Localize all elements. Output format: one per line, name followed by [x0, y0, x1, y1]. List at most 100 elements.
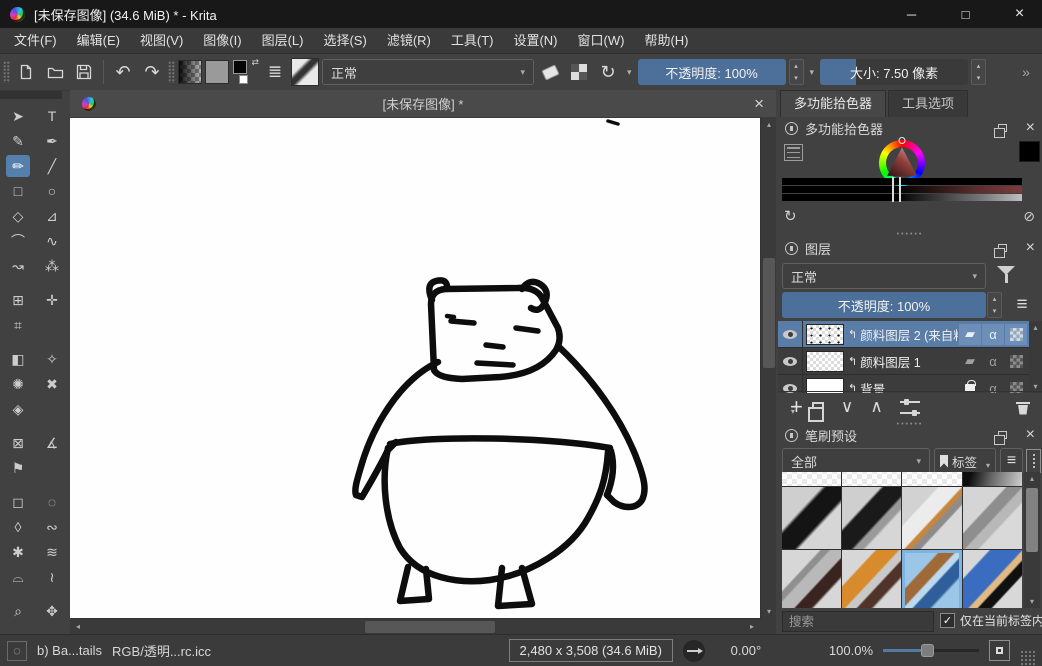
brush-preset-9[interactable]: [782, 550, 841, 608]
choose-brush-preset-icon[interactable]: ≣: [262, 59, 288, 85]
foreground-background-colors[interactable]: ⇄: [232, 59, 259, 85]
scroll-up-icon[interactable]: ▴: [1024, 472, 1040, 485]
refresh-icon[interactable]: ↻: [784, 207, 797, 225]
color-bar-1[interactable]: [782, 178, 1022, 185]
layer-opacity-spinner[interactable]: ▴ ▾: [987, 292, 1002, 318]
brush-preset-10[interactable]: [842, 550, 901, 608]
canvas-horizontal-scrollbar[interactable]: ◂ ▸: [70, 618, 760, 634]
menu-item-1[interactable]: 编辑(E): [67, 28, 130, 54]
toolbar-overflow-button[interactable]: »: [1013, 59, 1039, 85]
layer-visibility-cell[interactable]: [778, 348, 803, 374]
document-titlebar[interactable]: [未保存图像] * ×: [70, 90, 776, 118]
menu-item-5[interactable]: 选择(S): [313, 28, 376, 54]
reload-preset-button[interactable]: ↻: [595, 59, 621, 85]
tool-dynamic-brush[interactable]: ↝: [6, 255, 30, 277]
close-panel-icon[interactable]: ×: [1026, 427, 1035, 443]
tool-magnetic-select[interactable]: ≀: [40, 566, 64, 588]
window-resize-grip[interactable]: [1020, 650, 1035, 665]
menu-item-0[interactable]: 文件(F): [4, 28, 67, 54]
layer-name[interactable]: 颜料图层 1: [860, 352, 958, 371]
chevron-down-icon[interactable]: ▾: [624, 67, 635, 78]
scroll-down-icon[interactable]: ▾: [761, 605, 777, 618]
spinner-down-icon[interactable]: ▾: [988, 305, 1001, 317]
layer-name[interactable]: 颜料图层 2 (来自粘贴): [860, 325, 958, 344]
search-input[interactable]: [782, 611, 934, 632]
preserve-alpha-button[interactable]: [566, 59, 592, 85]
tool-zoom[interactable]: ⌕: [6, 600, 30, 622]
spinner-up-icon[interactable]: ▴: [790, 60, 803, 72]
tool-color-sampler[interactable]: ✧: [40, 348, 64, 370]
brush-scroll-thumb[interactable]: [1026, 488, 1038, 552]
close-panel-icon[interactable]: ×: [1026, 120, 1035, 136]
scroll-right-icon[interactable]: ▸: [744, 620, 760, 633]
brush-size-slider[interactable]: 大小: 7.50 像素: [820, 59, 968, 85]
tool-bezier-curve[interactable]: ⌒: [6, 230, 30, 252]
canvas-angle-value[interactable]: 0.00°: [715, 643, 777, 658]
tool-freehand-brush[interactable]: ✏: [6, 155, 30, 177]
duplicate-layer-icon[interactable]: [812, 402, 824, 413]
alpha-lock-icon[interactable]: α: [982, 351, 1004, 372]
rotation-dial-icon[interactable]: [683, 640, 705, 662]
layer-blending-mode-dropdown[interactable]: 正常 ▾: [782, 263, 986, 289]
menu-item-10[interactable]: 帮助(H): [634, 28, 698, 54]
layer-visibility-cell[interactable]: [778, 321, 803, 347]
minimize-button[interactable]: ─: [889, 0, 934, 28]
float-panel-icon[interactable]: [998, 431, 1007, 439]
move-layer-up-icon[interactable]: ∧: [870, 397, 882, 417]
undo-button[interactable]: ↶: [110, 59, 136, 85]
tool-freehand-select[interactable]: ∾: [40, 516, 64, 538]
tool-transform[interactable]: ⊞: [6, 289, 30, 311]
zoom-fit-button[interactable]: [989, 640, 1010, 661]
tool-rectangle[interactable]: □: [6, 180, 30, 202]
brush-preset-3[interactable]: [902, 472, 961, 486]
layer-paint-badge-icon[interactable]: ▰: [959, 351, 981, 372]
menu-item-3[interactable]: 图像(I): [193, 28, 251, 54]
tool-reference-images[interactable]: ⚑: [6, 457, 30, 479]
zoom-slider-handle[interactable]: [921, 644, 934, 657]
brush-preset-7[interactable]: [902, 487, 961, 549]
layer-list-scrollbar[interactable]: ▴ ▾: [1029, 321, 1042, 393]
hue-marker-icon[interactable]: [899, 137, 906, 144]
tool-enclose-fill[interactable]: ⊠: [6, 432, 30, 454]
layers-menu-icon[interactable]: ≡: [1010, 292, 1034, 318]
tool-contiguous-select[interactable]: ✱: [6, 541, 30, 563]
tool-select-shapes[interactable]: ➤: [6, 105, 30, 127]
tool-polyline[interactable]: ⊿: [40, 205, 64, 227]
size-spinner[interactable]: ▴ ▾: [971, 59, 986, 85]
color-selector-settings-icon[interactable]: [784, 144, 803, 161]
delete-layer-icon[interactable]: [1016, 400, 1030, 415]
tab-tool-options[interactable]: 工具选项: [888, 90, 968, 117]
canvas-vertical-scrollbar[interactable]: ▴ ▾: [760, 118, 776, 618]
color-profile-name[interactable]: RGB/透明...rc.icc: [112, 641, 211, 660]
tool-ellipse-select[interactable]: ◌: [40, 491, 64, 513]
foreground-color-swatch[interactable]: [233, 60, 247, 74]
tool-pattern-edit[interactable]: ✺: [6, 373, 30, 395]
zoom-slider[interactable]: [883, 642, 979, 659]
toolbar-grip[interactable]: [3, 61, 10, 83]
color-history-bars[interactable]: [782, 178, 1022, 202]
menu-item-7[interactable]: 工具(T): [441, 28, 504, 54]
toolbar-grip[interactable]: [168, 61, 175, 83]
swap-colors-icon[interactable]: ⇄: [251, 57, 259, 68]
brush-preset-8[interactable]: [963, 487, 1022, 549]
layer-row[interactable]: ↰ 颜料图层 2 (来自粘贴) ▰ α: [778, 321, 1029, 348]
lock-icon[interactable]: [785, 122, 798, 135]
current-brush-preset-thumbnail[interactable]: [291, 58, 319, 86]
spinner-down-icon[interactable]: ▾: [972, 72, 985, 84]
display-mode-button[interactable]: [1026, 449, 1041, 473]
tool-polygon[interactable]: ◇: [6, 205, 30, 227]
eraser-mode-button[interactable]: [537, 59, 563, 85]
new-document-button[interactable]: [13, 59, 39, 85]
layer-thumbnail[interactable]: [806, 351, 844, 372]
tool-gradient[interactable]: ◧: [6, 348, 30, 370]
search-scope-option[interactable]: ✓ 仅在当前标签内搜索: [940, 612, 1042, 629]
spinner-down-icon[interactable]: ▾: [790, 72, 803, 84]
close-button[interactable]: ×: [997, 0, 1042, 28]
tool-calligraphy[interactable]: ✒: [40, 130, 64, 152]
blending-mode-dropdown[interactable]: 正常 ▾: [322, 59, 534, 85]
opacity-spinner[interactable]: ▴ ▾: [789, 59, 804, 85]
presets-menu-icon[interactable]: ≡: [1000, 448, 1023, 474]
image-dimensions[interactable]: 2,480 x 3,508 (34.6 MiB): [509, 639, 673, 662]
pattern-chooser[interactable]: [205, 60, 229, 84]
horizontal-scroll-thumb[interactable]: [365, 621, 495, 633]
